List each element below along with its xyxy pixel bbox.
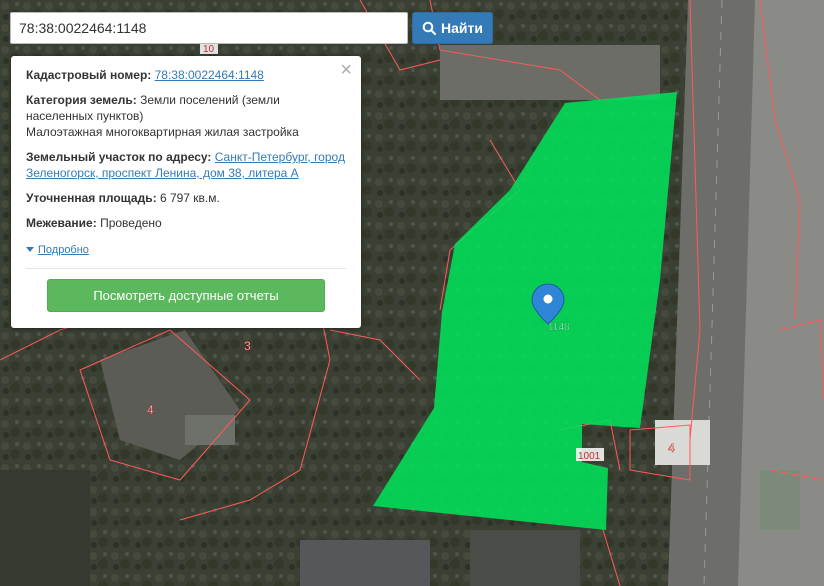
- search-icon: [422, 21, 437, 35]
- trees: [0, 470, 90, 586]
- building: [185, 415, 235, 445]
- search-button[interactable]: Найти: [412, 12, 493, 44]
- map-label-1001: 1001: [576, 448, 604, 462]
- parcel-label-1148: 1148: [548, 322, 570, 333]
- search-button-label: Найти: [441, 20, 483, 36]
- parcel-info-panel: × Кадастровый номер: 78:38:0022464:1148 …: [11, 56, 361, 328]
- building: [760, 470, 800, 530]
- address-row: Земельный участок по адресу: Санкт-Петер…: [26, 149, 346, 181]
- close-icon[interactable]: ×: [340, 60, 352, 80]
- address-label: Земельный участок по адресу:: [26, 150, 212, 164]
- land-usage-value: Малоэтажная многоквартирная жилая застро…: [26, 125, 299, 139]
- area-row: Уточненная площадь: 6 797 кв.м.: [26, 190, 346, 206]
- area-label: Уточненная площадь:: [26, 191, 157, 205]
- cadastral-number-row: Кадастровый номер: 78:38:0022464:1148: [26, 67, 346, 83]
- divider: [26, 267, 346, 269]
- cadastral-number-link[interactable]: 78:38:0022464:1148: [155, 68, 264, 82]
- cadastral-number-label: Кадастровый номер:: [26, 68, 152, 82]
- survey-label: Межевание:: [26, 216, 97, 230]
- survey-row: Межевание: Проведено: [26, 215, 346, 231]
- svg-text:10: 10: [203, 44, 215, 55]
- building: [470, 530, 580, 586]
- caret-down-icon: [26, 247, 34, 252]
- map-label-4-left: 4: [147, 403, 154, 417]
- details-link[interactable]: Подробно: [26, 242, 89, 258]
- survey-value: Проведено: [100, 216, 162, 230]
- details-row: Подробно: [26, 240, 346, 258]
- building: [440, 45, 660, 100]
- details-link-label: Подробно: [38, 243, 89, 256]
- land-category-row: Категория земель: Земли поселений (земли…: [26, 92, 346, 140]
- svg-text:1001: 1001: [578, 451, 601, 462]
- map-label-4-right: 4: [668, 441, 675, 455]
- building: [300, 540, 430, 586]
- land-category-label: Категория земель:: [26, 93, 137, 107]
- map-label-3: 3: [244, 339, 251, 353]
- search-input[interactable]: [10, 12, 408, 44]
- view-reports-button[interactable]: Посмотреть доступные отчеты: [47, 278, 325, 312]
- area-value: 6 797 кв.м.: [159, 191, 220, 205]
